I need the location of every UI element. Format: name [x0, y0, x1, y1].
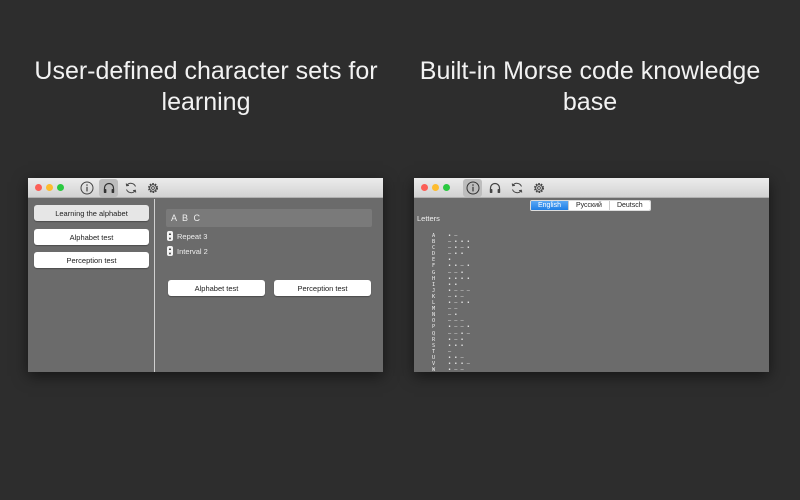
- language-tab-german[interactable]: Deutsch: [608, 201, 650, 210]
- info-icon[interactable]: [463, 178, 482, 197]
- language-tab-russian[interactable]: Русский: [567, 201, 609, 210]
- sync-icon[interactable]: [507, 179, 526, 197]
- caption-left: User-defined character sets for learning: [34, 57, 378, 116]
- language-selector: English Русский Deutsch: [530, 200, 651, 211]
- morse-letter-list: A • — B — • • • C — • — • D — • • E • F • • — • G — —…: [432, 233, 470, 372]
- learning-pane: A B C ▲ ▼ Repeat 3 ▲ ▼ Interval 2 Alphabet…: [156, 199, 383, 372]
- sidebar: Learning the alphabet Alphabet test Perc…: [28, 199, 155, 372]
- caption-right: Built-in Morse code knowledge base: [419, 57, 761, 116]
- language-tab-english[interactable]: English: [531, 201, 568, 210]
- sidebar-item-learning[interactable]: Learning the alphabet: [34, 205, 149, 221]
- close-button[interactable]: [35, 184, 42, 191]
- stepper-up-icon: ▲: [168, 230, 172, 236]
- info-icon[interactable]: [77, 179, 96, 197]
- zoom-button[interactable]: [443, 184, 450, 191]
- perception-test-button[interactable]: Perception test: [274, 280, 371, 296]
- list-item: W • — —: [432, 367, 470, 372]
- stepper-down-icon: ▼: [168, 235, 172, 241]
- knowledge-window: English Русский Deutsch Letters A • — B — •…: [414, 178, 769, 372]
- charset-input[interactable]: A B C: [166, 209, 372, 227]
- morse-letter: W: [432, 367, 436, 372]
- repeat-row: ▲ ▼ Repeat 3: [167, 231, 207, 241]
- headphones-icon[interactable]: [485, 179, 504, 197]
- repeat-label: Repeat 3: [177, 231, 208, 241]
- minimize-button[interactable]: [432, 184, 439, 191]
- section-title: Letters: [417, 214, 440, 223]
- gear-icon[interactable]: [143, 179, 162, 197]
- gear-icon[interactable]: [529, 179, 548, 197]
- interval-label: Interval 2: [177, 246, 208, 256]
- repeat-stepper[interactable]: ▲ ▼: [167, 231, 173, 241]
- close-button[interactable]: [421, 184, 428, 191]
- stepper-down-icon: ▼: [168, 250, 172, 256]
- stepper-up-icon: ▲: [168, 245, 172, 251]
- interval-stepper[interactable]: ▲ ▼: [167, 246, 173, 256]
- alphabet-test-button[interactable]: Alphabet test: [168, 280, 265, 296]
- zoom-button[interactable]: [57, 184, 64, 191]
- morse-code: • — —: [448, 367, 464, 372]
- headphones-icon[interactable]: [99, 178, 118, 197]
- titlebar: [28, 178, 383, 198]
- titlebar: [414, 178, 769, 198]
- learning-window: Learning the alphabet Alphabet test Perc…: [28, 178, 383, 372]
- sidebar-item-perception-test[interactable]: Perception test: [34, 252, 149, 268]
- interval-row: ▲ ▼ Interval 2: [167, 246, 208, 256]
- minimize-button[interactable]: [46, 184, 53, 191]
- sidebar-item-alphabet-test[interactable]: Alphabet test: [34, 229, 149, 245]
- sync-icon[interactable]: [121, 179, 140, 197]
